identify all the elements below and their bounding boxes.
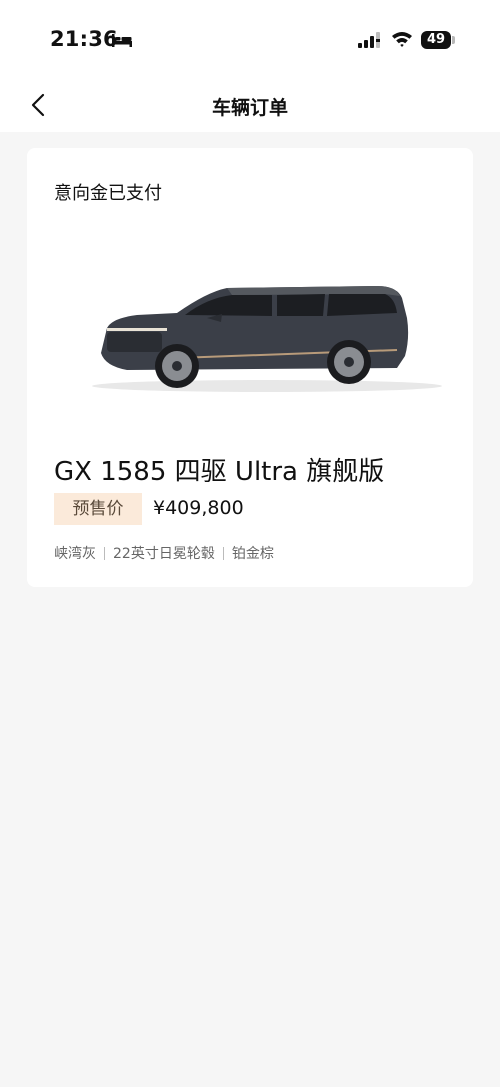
option-separator [222,546,224,560]
order-card[interactable]: 意向金已支付 GX 1585 四驱 Ultra 旗舰版 预售价 ¥409,800… [27,148,473,587]
signal-icon [358,32,380,48]
nav-bar: 车辆订单 [0,80,500,132]
option-separator [104,546,105,560]
order-status: 意向金已支付 [54,183,162,204]
status-time: 21:36 [50,27,118,51]
option-interior: 铂金棕 [231,546,274,562]
battery-cap [452,36,455,44]
battery-icon: 49 [421,31,451,49]
wifi-icon [392,32,412,47]
model-name: GX 1585 四驱 Ultra 旗舰版 [54,457,385,487]
bed-icon [112,34,132,47]
price-value: ¥409,800 [153,497,244,519]
option-color: 峡湾灰 [54,546,96,562]
option-wheels: 22英寸日冕轮毂 [113,546,215,562]
top-area: 21:36 49 车辆订单 [0,0,500,132]
status-bar: 21:36 49 [0,0,500,80]
car-image [92,286,442,392]
price-tag: 预售价 [54,493,142,525]
vehicle-options: 峡湾灰 22英寸日冕轮毂 铂金棕 [54,543,274,563]
page-title: 车辆订单 [211,97,288,119]
